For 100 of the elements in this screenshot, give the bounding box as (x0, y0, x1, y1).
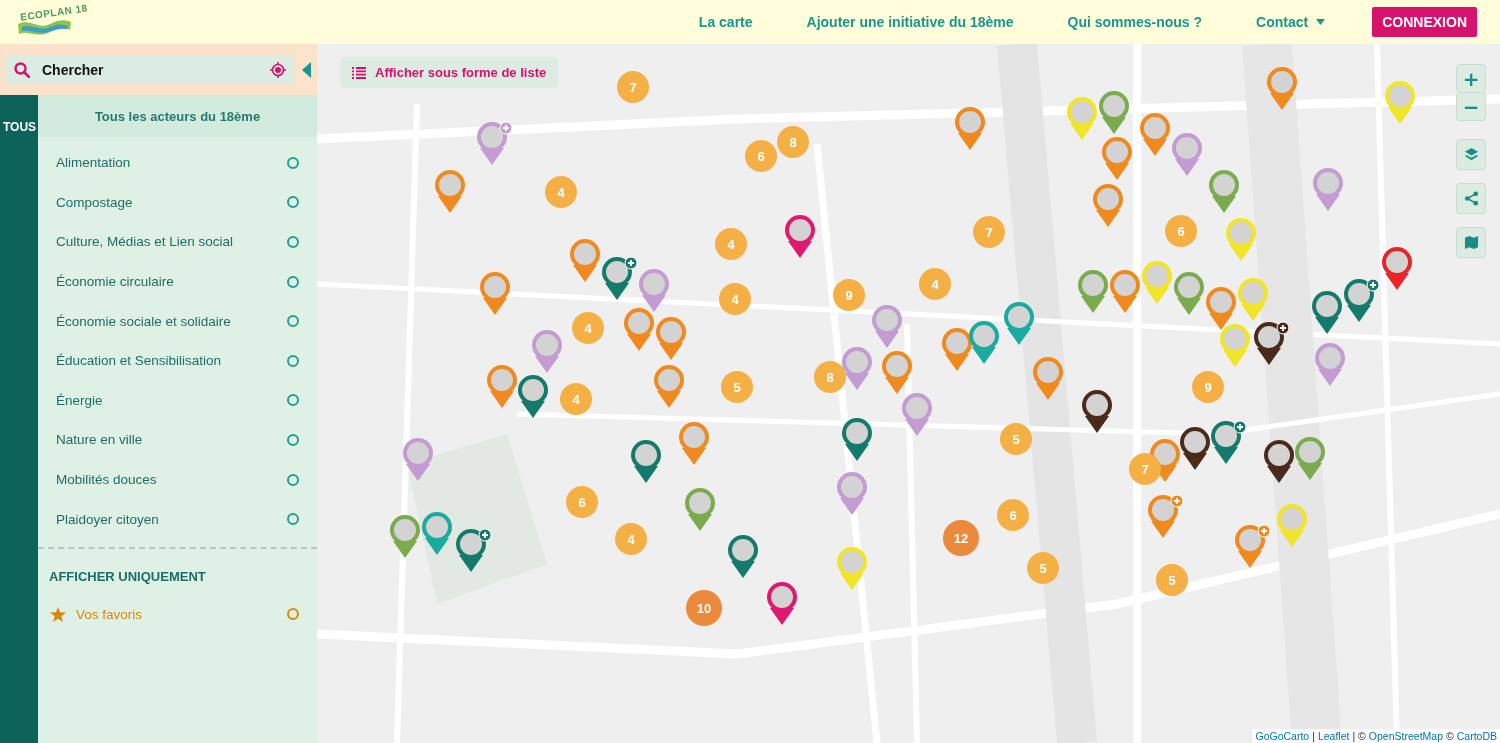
map-marker[interactable] (728, 535, 758, 579)
map-marker[interactable] (1254, 322, 1290, 366)
map-marker[interactable] (842, 418, 872, 462)
map-marker[interactable] (422, 512, 452, 556)
map-marker[interactable] (1235, 525, 1271, 569)
map-marker[interactable] (1093, 184, 1123, 228)
map-marker[interactable] (785, 215, 815, 259)
map-marker[interactable] (1238, 278, 1268, 322)
radio-button[interactable] (287, 433, 299, 446)
login-button[interactable]: CONNEXION (1372, 7, 1477, 37)
map-marker[interactable] (1382, 247, 1412, 291)
map-marker[interactable] (487, 365, 517, 409)
map-marker[interactable] (570, 239, 600, 283)
category-item[interactable]: Économie circulaire (56, 261, 299, 302)
map-marker[interactable] (679, 422, 709, 466)
radio-button[interactable] (287, 608, 299, 621)
category-item[interactable]: Compostage (56, 182, 299, 223)
map-marker[interactable] (1142, 261, 1172, 305)
map-marker[interactable] (837, 472, 867, 516)
zoom-in-button[interactable]: + (1456, 64, 1486, 93)
search-box[interactable]: Chercher (6, 55, 294, 84)
radio-button[interactable] (287, 275, 299, 288)
map-marker[interactable] (942, 328, 972, 372)
layers-button[interactable] (1456, 139, 1486, 170)
map-marker[interactable] (1110, 270, 1140, 314)
map-marker[interactable] (1226, 218, 1256, 262)
map-marker[interactable] (955, 107, 985, 151)
map-marker[interactable] (480, 272, 510, 316)
map-marker[interactable] (435, 170, 465, 214)
map-marker[interactable] (1082, 390, 1112, 434)
attribution-link[interactable]: Leaflet (1317, 730, 1350, 742)
map-marker[interactable] (1206, 287, 1236, 331)
map-marker[interactable] (1102, 137, 1132, 181)
attribution-link[interactable]: OpenStreetMap (1368, 730, 1443, 742)
map-marker[interactable] (1172, 133, 1202, 177)
map-marker[interactable] (602, 257, 638, 301)
collapse-icon[interactable] (302, 61, 311, 78)
category-item[interactable]: Culture, Médias et Lien social (56, 222, 299, 262)
map-marker[interactable] (390, 515, 420, 559)
map-marker[interactable] (639, 269, 669, 313)
radio-button[interactable] (287, 513, 299, 526)
category-item[interactable]: Éducation et Sensibilisation (56, 340, 299, 381)
map-marker[interactable] (477, 122, 513, 166)
map-marker[interactable] (1033, 357, 1063, 401)
radio-button[interactable] (287, 394, 299, 407)
map-marker[interactable] (1148, 495, 1184, 539)
category-item[interactable]: Économie sociale et solidaire (56, 301, 299, 341)
radio-button[interactable] (287, 473, 299, 486)
map-marker[interactable] (456, 529, 492, 573)
radio-button[interactable] (287, 315, 299, 328)
map-view-button[interactable] (1456, 227, 1486, 258)
category-item[interactable]: Énergie (56, 380, 299, 421)
map-marker[interactable] (1344, 279, 1380, 323)
map-marker[interactable] (1180, 427, 1210, 471)
map-marker[interactable] (842, 347, 872, 391)
map-marker[interactable] (1211, 421, 1247, 465)
map-marker[interactable] (1067, 97, 1097, 141)
map-marker[interactable] (837, 547, 867, 591)
map-marker[interactable] (969, 321, 999, 365)
map-marker[interactable] (1264, 440, 1294, 484)
locate-icon[interactable] (270, 61, 286, 78)
nav-link[interactable]: Ajouter une initiative du 18ème (779, 14, 1041, 30)
map-marker[interactable] (685, 488, 715, 532)
list-view-button[interactable]: Afficher sous forme de liste (340, 57, 559, 88)
map-marker[interactable] (1312, 291, 1342, 335)
map-marker[interactable] (1385, 81, 1415, 125)
map-marker[interactable] (1313, 168, 1343, 212)
map-marker[interactable] (1277, 504, 1307, 548)
category-item[interactable]: Alimentation (56, 143, 299, 183)
map-marker[interactable] (518, 375, 548, 419)
map-marker[interactable] (1315, 343, 1345, 387)
map-marker[interactable] (1267, 67, 1297, 111)
map-marker[interactable] (1004, 302, 1034, 346)
nav-link[interactable]: La carte (671, 14, 780, 30)
category-item[interactable]: Mobilités douces (56, 459, 299, 500)
map-marker[interactable] (1209, 170, 1239, 214)
map-marker[interactable] (654, 365, 684, 409)
share-button[interactable] (1456, 183, 1486, 214)
map-marker[interactable] (1174, 272, 1204, 316)
map-marker[interactable] (1099, 91, 1129, 135)
map-marker[interactable] (1078, 270, 1108, 314)
map-marker[interactable] (1220, 324, 1250, 368)
category-item[interactable]: Plaidoyer citoyen (56, 499, 299, 539)
map-marker[interactable] (872, 305, 902, 349)
search-field[interactable]: Chercher (40, 60, 260, 79)
favorites-item[interactable]: Vos favoris (38, 606, 317, 622)
map-marker[interactable] (403, 438, 433, 482)
map-marker[interactable] (882, 351, 912, 395)
radio-button[interactable] (287, 196, 299, 209)
logo-text[interactable]: ECOPLAN 18 (19, 1, 89, 23)
map-marker[interactable] (624, 308, 654, 352)
zoom-out-button[interactable]: − (1456, 92, 1486, 121)
nav-link[interactable]: Qui sommes-nous ? (1040, 14, 1230, 30)
category-item[interactable]: Nature en ville (56, 420, 299, 460)
attribution-link[interactable]: CartoDB (1456, 730, 1497, 742)
radio-button[interactable] (287, 156, 299, 169)
nav-link[interactable]: Contact (1229, 14, 1353, 30)
map-marker[interactable] (1140, 113, 1170, 157)
map-marker[interactable] (767, 582, 797, 626)
map-marker[interactable] (902, 393, 932, 437)
